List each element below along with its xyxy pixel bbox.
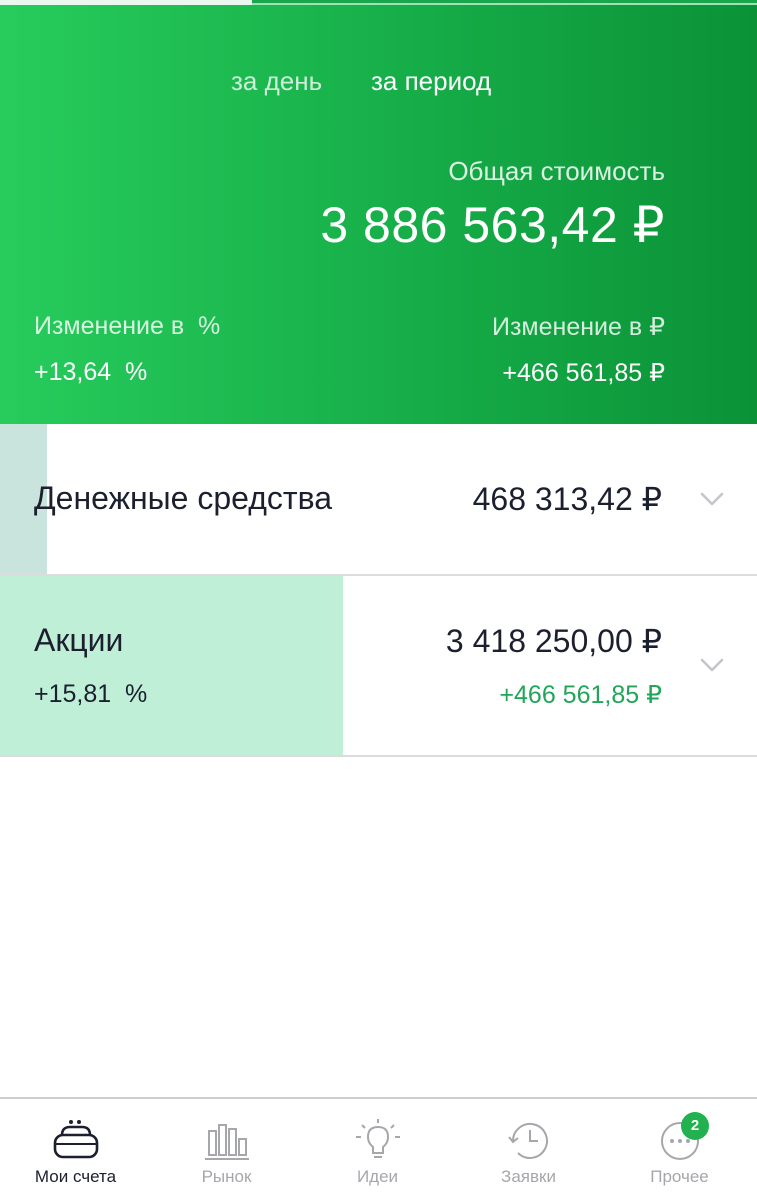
portfolio-summary-header: за день за период Общая стоимость 3 886 …	[0, 0, 757, 424]
asset-amount: 3 418 250,00 ₽	[445, 623, 662, 659]
total-value: 3 886 563,42 ₽	[320, 197, 665, 253]
nav-label: Заявки	[501, 1167, 556, 1186]
tab-day[interactable]: за день	[231, 64, 322, 98]
change-percent-value: +13,64 %	[34, 358, 148, 386]
chevron-down-icon[interactable]	[699, 652, 725, 678]
nav-label: Рынок	[201, 1167, 252, 1186]
bottom-navigation: Мои счета Рынок Идеи Заявки 2 Прочее	[0, 1097, 757, 1200]
nav-label: Мои счета	[34, 1167, 117, 1186]
asset-row-stocks[interactable]: Акции 3 418 250,00 ₽ +15,81 % +466 561,8…	[0, 576, 757, 757]
portfolio-screen: за день за период Общая стоимость 3 886 …	[0, 0, 757, 1200]
lightbulb-icon	[355, 1119, 400, 1158]
period-tabs: за день за период	[0, 64, 757, 100]
change-rub-value: +466 561,85 ₽	[502, 359, 665, 387]
nav-orders[interactable]: Заявки	[453, 1099, 604, 1200]
loading-progress-rest	[252, 3, 757, 5]
market-chart-icon	[204, 1124, 249, 1160]
change-rub-label: Изменение в ₽	[492, 313, 665, 341]
asset-row-cash[interactable]: Денежные средства 468 313,42 ₽	[0, 424, 757, 576]
loading-progress-fill	[0, 0, 252, 5]
history-clock-icon	[507, 1122, 548, 1159]
change-percent-label: Изменение в %	[34, 312, 221, 340]
nav-label: Идеи	[356, 1167, 399, 1186]
loading-progress-bar	[0, 0, 757, 5]
asset-share-bar	[0, 576, 343, 755]
nav-more[interactable]: 2 Прочее	[604, 1099, 755, 1200]
nav-ideas[interactable]: Идеи	[302, 1099, 453, 1200]
nav-label: Прочее	[650, 1167, 709, 1186]
asset-amount: 468 313,42 ₽	[472, 481, 662, 517]
tab-period[interactable]: за период	[371, 64, 491, 98]
total-value-label: Общая стоимость	[448, 156, 665, 186]
asset-change-rub: +466 561,85 ₽	[499, 681, 662, 709]
wallet-icon	[53, 1120, 98, 1159]
chevron-down-icon[interactable]	[699, 486, 725, 512]
nav-market[interactable]: Рынок	[151, 1099, 302, 1200]
notification-badge: 2	[681, 1112, 709, 1140]
nav-my-accounts[interactable]: Мои счета	[0, 1099, 151, 1200]
asset-name: Денежные средства	[34, 480, 332, 516]
asset-change-percent: +15,81 %	[34, 680, 148, 708]
asset-name: Акции	[34, 622, 124, 658]
